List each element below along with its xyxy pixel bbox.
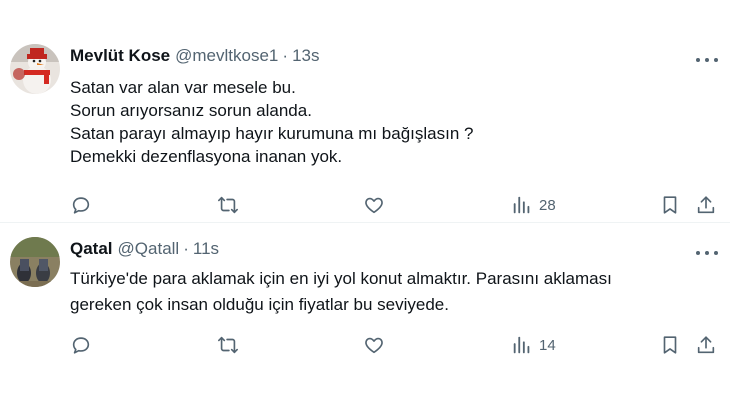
views-button[interactable]: 28	[511, 193, 556, 217]
bookmark-icon	[663, 336, 677, 354]
views-button[interactable]: 14	[511, 333, 556, 357]
retweet-button[interactable]	[217, 193, 239, 217]
bookmark-button[interactable]	[659, 193, 681, 217]
user-handle[interactable]: @Qatall	[118, 239, 180, 259]
like-button[interactable]	[363, 333, 385, 357]
reply-button[interactable]	[70, 333, 92, 357]
separator-dot: ·	[183, 239, 189, 258]
share-icon	[697, 336, 715, 354]
tweet-text: Türkiye'de para aklamak için en iyi yol …	[70, 266, 612, 318]
display-name[interactable]: Qatal	[70, 239, 113, 259]
views-count: 28	[539, 196, 556, 214]
tweet-header: Qatal @Qatall · 11s	[70, 239, 219, 259]
more-icon[interactable]	[696, 248, 718, 258]
share-button[interactable]	[695, 333, 717, 357]
tweet[interactable]: Qatal @Qatall · 11s Türkiye'de para akla…	[0, 223, 730, 420]
views-icon	[513, 336, 530, 354]
timestamp[interactable]: 11s	[193, 239, 219, 259]
tweet-text: Satan var alan var mesele bu. Sorun arıy…	[70, 76, 473, 168]
bookmark-button[interactable]	[659, 333, 681, 357]
retweet-icon	[218, 336, 238, 354]
timestamp[interactable]: 13s	[292, 46, 319, 66]
tweet-header: Mevlüt Kose @mevltkose1 · 13s	[70, 46, 319, 66]
like-icon	[365, 337, 383, 354]
action-bar: 28	[0, 193, 730, 217]
tweet-text-line: Demekki dezenflasyona inanan yok.	[70, 147, 343, 166]
share-icon	[697, 196, 715, 214]
views-count: 14	[539, 336, 556, 354]
bookmark-icon	[663, 196, 677, 214]
tweet-text-line: gereken çok insan olduğu için fiyatlar b…	[70, 295, 449, 314]
share-button[interactable]	[695, 193, 717, 217]
action-bar: 14	[0, 333, 730, 357]
like-icon	[365, 197, 383, 214]
tweet-text-line: Türkiye'de para aklamak için en iyi yol …	[70, 269, 612, 288]
tweet-text-line: Satan parayı almayıp hayır kurumuna mı b…	[70, 124, 474, 143]
like-button[interactable]	[363, 193, 385, 217]
tweet-text-line: Satan var alan var mesele bu.	[70, 78, 296, 97]
retweet-button[interactable]	[217, 333, 239, 357]
reply-icon	[72, 337, 90, 354]
display-name[interactable]: Mevlüt Kose	[70, 46, 170, 66]
separator-dot: ·	[282, 46, 289, 65]
reply-icon	[72, 197, 90, 214]
reply-button[interactable]	[70, 193, 92, 217]
views-icon	[513, 196, 530, 214]
tweet-text-line: Sorun arıyorsanız sorun alanda.	[70, 101, 312, 120]
more-icon[interactable]	[696, 55, 718, 65]
avatar[interactable]	[10, 237, 60, 287]
retweet-icon	[218, 196, 238, 214]
user-handle[interactable]: @mevltkose1	[175, 46, 278, 66]
tweet[interactable]: Mevlüt Kose @mevltkose1 · 13s Satan var …	[0, 0, 730, 223]
avatar[interactable]	[10, 44, 60, 94]
